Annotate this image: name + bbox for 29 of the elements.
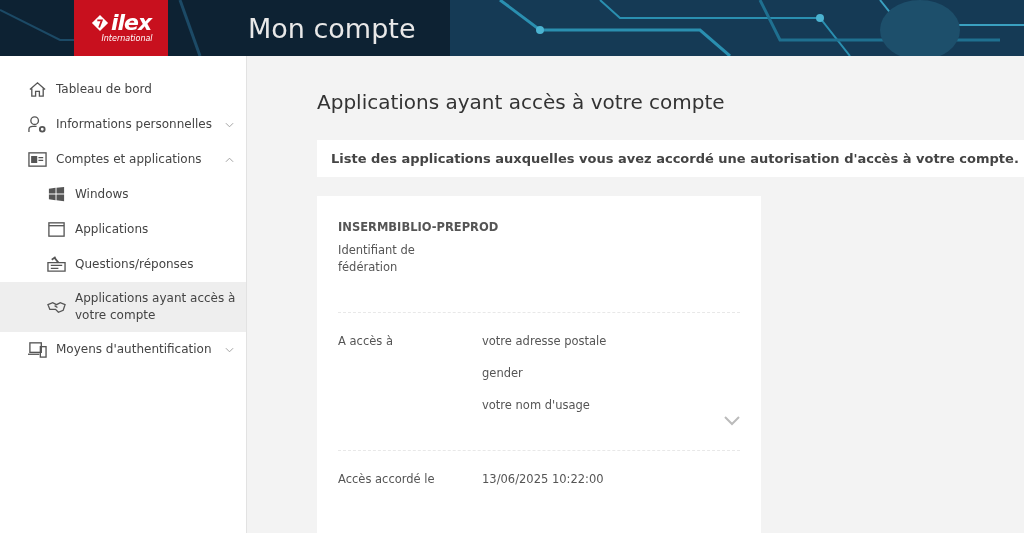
field-label: Identifiant de fédération	[338, 242, 416, 276]
field-value: gender	[482, 365, 524, 382]
field-value: votre nom d'usage	[482, 397, 591, 414]
field-value: votre adresse postale	[482, 333, 607, 350]
nav-subitem[interactable]: Questions/réponses	[0, 247, 246, 282]
nav-subitem[interactable]: Applications ayant accès à votre compte	[0, 282, 246, 332]
user-gear-icon	[28, 115, 47, 134]
window-icon	[47, 220, 66, 239]
page-title: Applications ayant accès à votre compte	[317, 90, 726, 116]
page-header-title: Mon compte	[248, 12, 416, 44]
nav-subitem[interactable]: Applications	[0, 212, 246, 247]
field-value: 13/06/2025 10:22:00	[482, 471, 604, 488]
nav-item[interactable]: Tableau de bord	[0, 72, 246, 107]
chevron-icon[interactable]	[724, 416, 740, 426]
windows-icon	[47, 185, 66, 204]
home-icon	[28, 80, 47, 99]
id-card-icon	[28, 150, 47, 169]
notice-banner: Liste des applications auxquelles vous avez accordé une autorisation d'accès à votre compte.	[317, 140, 1024, 177]
nav-subitem[interactable]: Windows	[0, 177, 246, 212]
nav-item[interactable]: Comptes et applications	[0, 142, 246, 177]
logo-subtitle: International	[101, 34, 153, 44]
devices-icon	[28, 340, 47, 359]
nav-item[interactable]: Moyens d'authentification	[0, 332, 246, 367]
app-name: INSERMBIBLIO-PREPROD	[338, 220, 500, 234]
logo-name: ilex	[110, 12, 152, 34]
field-label: A accès à	[338, 333, 394, 350]
nav-item[interactable]: Informations personnelles	[0, 107, 246, 142]
field-label: Accès accordé le	[338, 471, 436, 488]
logo[interactable]: ilex International	[74, 0, 168, 56]
